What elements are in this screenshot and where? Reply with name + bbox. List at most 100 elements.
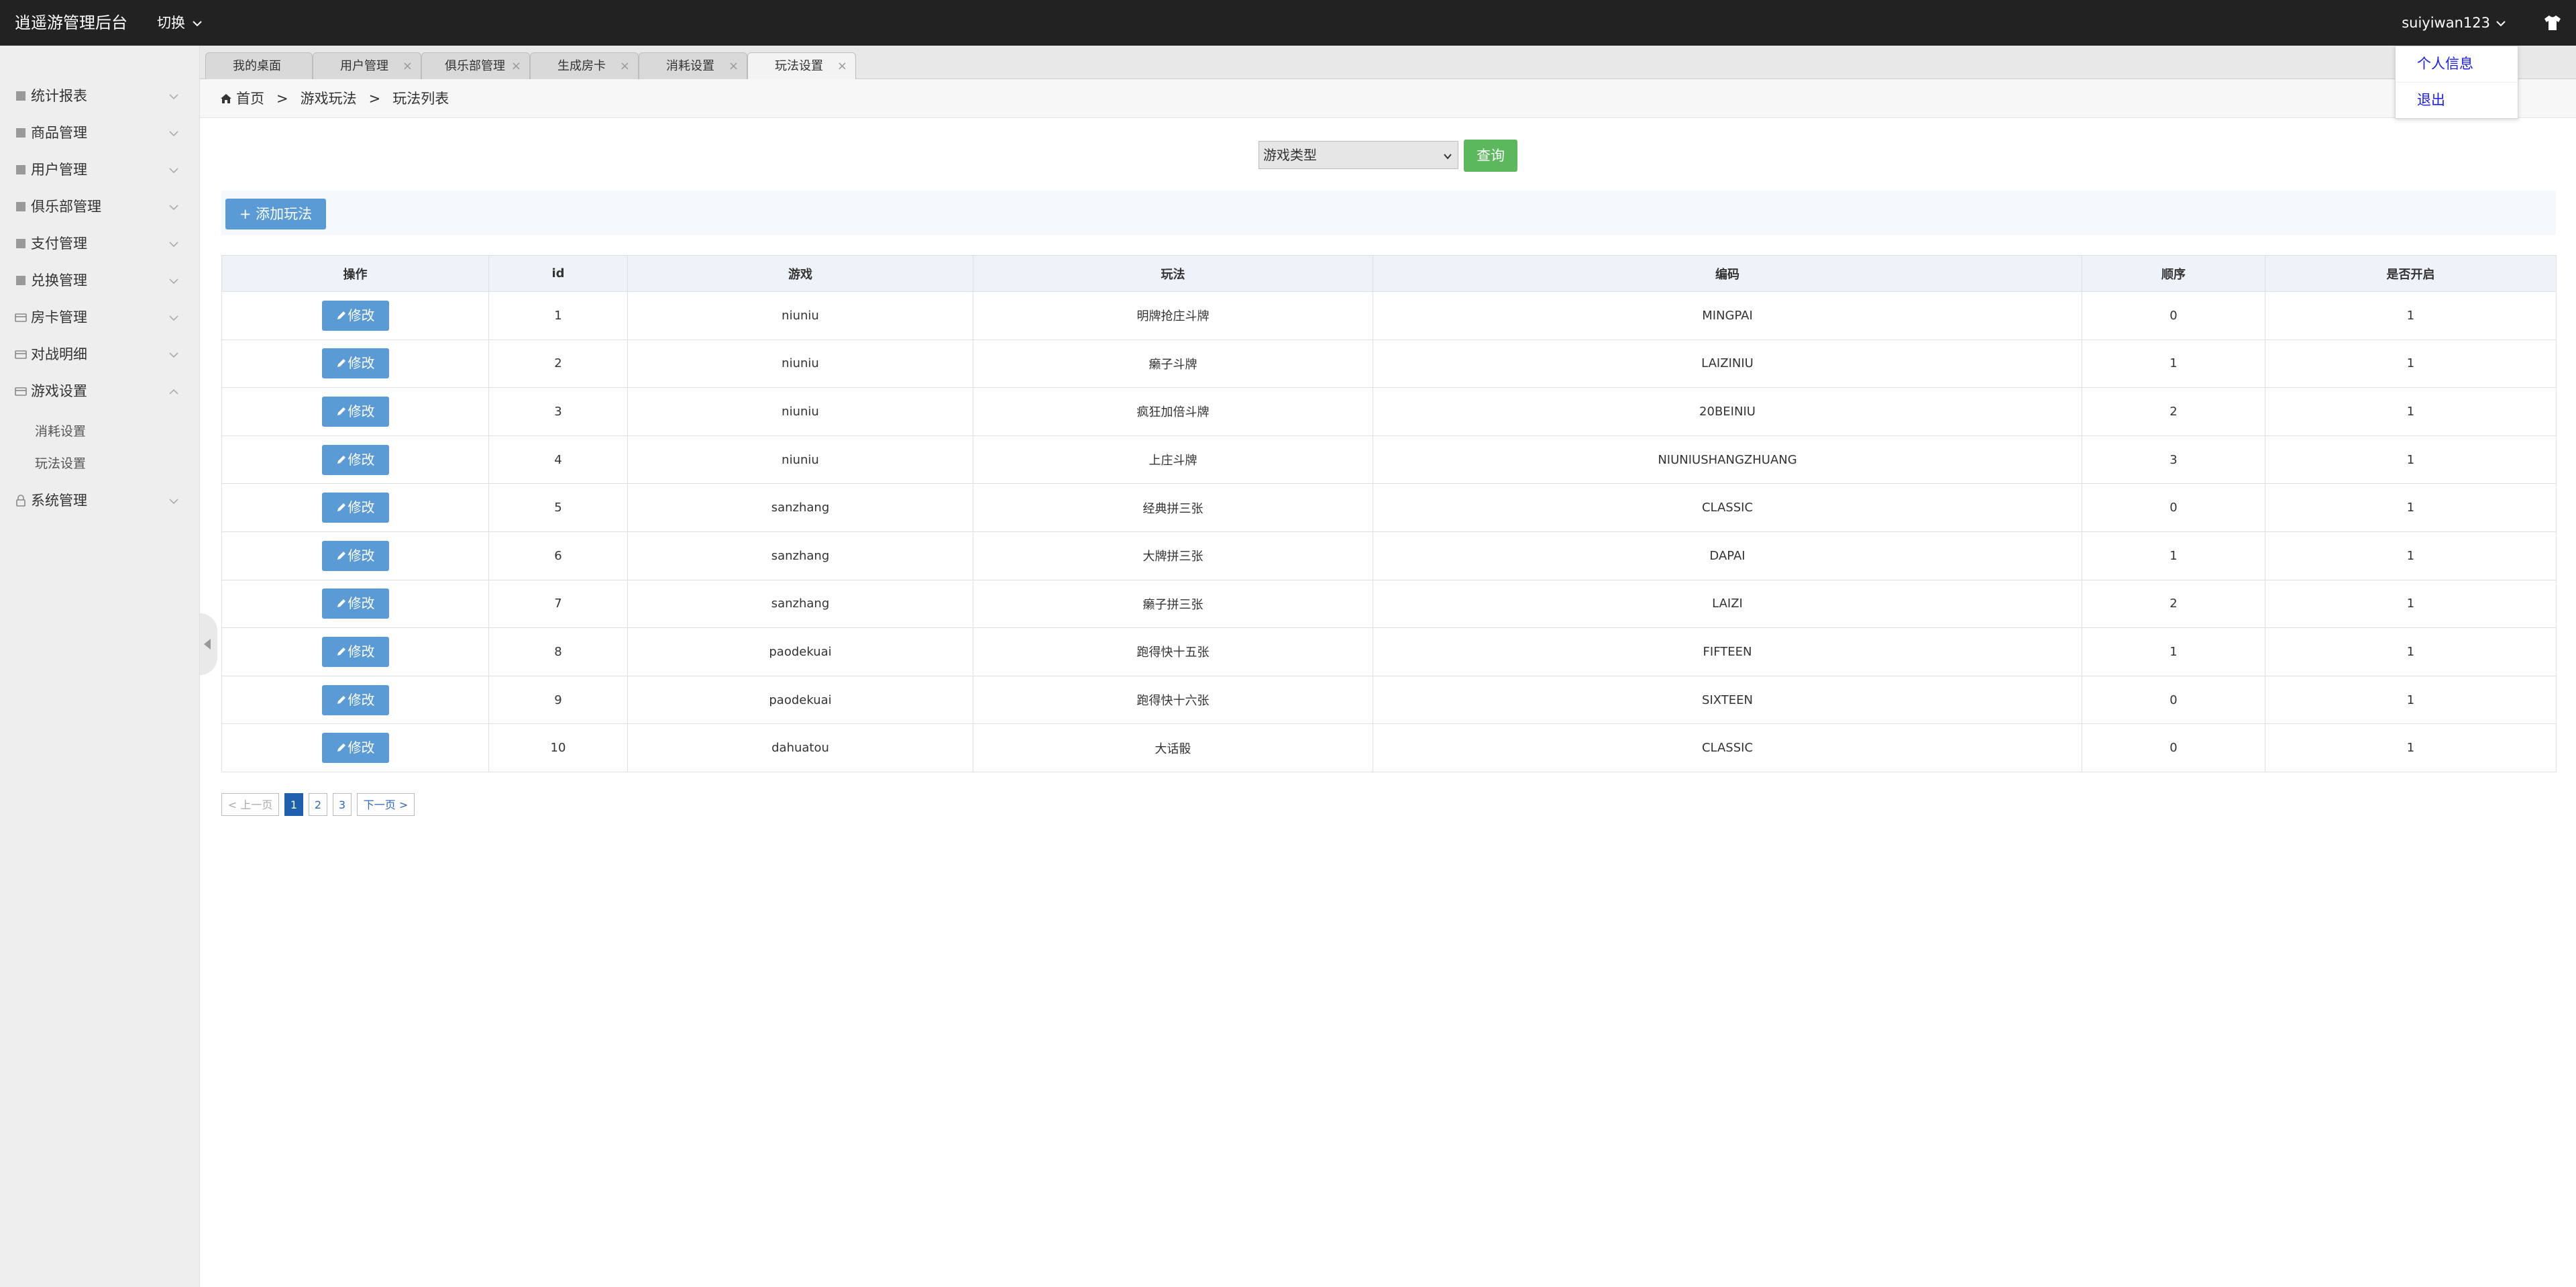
- game-cell: niuniu: [627, 387, 973, 436]
- game-cell: sanzhang: [627, 579, 973, 629]
- pencil-icon: [337, 503, 345, 512]
- play-cell: 明牌抢庄斗牌: [973, 291, 1373, 340]
- switch-menu-button[interactable]: 切换: [157, 0, 203, 46]
- sidebar-item-exchange[interactable]: 兑换管理: [0, 262, 199, 299]
- action-cell: 修改: [221, 675, 489, 725]
- sidebar-item-label: 游戏设置: [31, 383, 87, 399]
- enabled-cell: 1: [2265, 291, 2557, 340]
- id-cell: 10: [488, 723, 628, 772]
- page-button-3[interactable]: 3: [333, 793, 352, 816]
- play-cell: 跑得快十六张: [973, 675, 1373, 725]
- play-cell: 癞子拼三张: [973, 579, 1373, 629]
- edit-button[interactable]: 修改: [321, 444, 389, 475]
- edit-button[interactable]: 修改: [321, 396, 389, 427]
- edit-button[interactable]: 修改: [321, 588, 389, 619]
- sidebar-item-label: 兑换管理: [31, 272, 87, 289]
- sidebar-subitem-cost-settings[interactable]: 消耗设置: [0, 415, 199, 448]
- edit-button[interactable]: 修改: [321, 540, 389, 571]
- edit-button[interactable]: 修改: [321, 636, 389, 667]
- home-icon: [221, 94, 231, 103]
- tab-club-management[interactable]: 俱乐部管理 ×: [421, 52, 530, 79]
- chevron-down-icon: [192, 0, 203, 46]
- tab-cost-settings[interactable]: 消耗设置 ×: [639, 52, 747, 79]
- game-cell: dahuatou: [627, 723, 973, 772]
- card-icon: [15, 387, 27, 396]
- table-row: 修改 1 niuniu 明牌抢庄斗牌 MINGPAI 0 1: [221, 291, 2557, 340]
- edit-button[interactable]: 修改: [321, 348, 389, 379]
- close-icon[interactable]: ×: [620, 53, 630, 80]
- code-cell: FIFTEEN: [1373, 627, 2082, 676]
- breadcrumb-home[interactable]: 首页: [236, 91, 264, 107]
- sidebar-item-products[interactable]: 商品管理: [0, 115, 199, 152]
- action-cell: 修改: [221, 531, 489, 580]
- sidebar-item-stats[interactable]: 统计报表: [0, 78, 199, 115]
- add-play-button[interactable]: + 添加玩法: [225, 199, 326, 229]
- query-button[interactable]: 查询: [1464, 140, 1517, 172]
- user-menu-button[interactable]: suiyiwan123: [2402, 0, 2506, 46]
- enabled-cell: 1: [2265, 483, 2557, 532]
- table-header-row: 操作 id 游戏 玩法 编码 顺序 是否开启: [221, 255, 2557, 292]
- action-cell: 修改: [221, 483, 489, 532]
- edit-button[interactable]: 修改: [321, 493, 389, 523]
- logout-menu-item[interactable]: 退出: [2396, 82, 2518, 118]
- edit-label: 修改: [347, 499, 375, 516]
- id-cell: 7: [488, 579, 628, 629]
- game-type-select[interactable]: 游戏类型: [1258, 141, 1458, 169]
- close-icon[interactable]: ×: [511, 53, 521, 80]
- enabled-cell: 1: [2265, 579, 2557, 629]
- sidebar-collapse-toggle[interactable]: [200, 613, 217, 675]
- column-header: 游戏: [627, 255, 973, 292]
- close-icon[interactable]: ×: [729, 53, 739, 80]
- sidebar-item-room-cards[interactable]: 房卡管理: [0, 299, 199, 336]
- edit-button[interactable]: 修改: [321, 300, 389, 331]
- close-icon[interactable]: ×: [402, 53, 413, 80]
- table-body: 修改 1 niuniu 明牌抢庄斗牌 MINGPAI 0 1 修改 2 niuniu 癞子斗牌 LAI…: [221, 291, 2557, 772]
- tab-play-settings[interactable]: 玩法设置 ×: [747, 52, 856, 79]
- chevron-down-icon: [168, 225, 179, 262]
- sidebar-item-battle-details[interactable]: 对战明细: [0, 336, 199, 373]
- code-cell: SIXTEEN: [1373, 675, 2082, 725]
- play-list-table: 操作 id 游戏 玩法 编码 顺序 是否开启 修改 1 niuniu 明牌抢庄斗牌 MI…: [221, 255, 2557, 772]
- tab-desktop[interactable]: 我的桌面: [205, 52, 313, 79]
- action-cell: 修改: [221, 579, 489, 629]
- column-header: 玩法: [973, 255, 1373, 292]
- action-cell: 修改: [221, 627, 489, 676]
- code-cell: CLASSIC: [1373, 723, 2082, 772]
- page-button-1[interactable]: 1: [284, 793, 303, 816]
- table-row: 修改 7 sanzhang 癞子拼三张 LAIZI 2 1: [221, 579, 2557, 629]
- prev-page-button[interactable]: < 上一页: [221, 793, 279, 816]
- close-icon[interactable]: ×: [837, 53, 847, 80]
- page-button-2[interactable]: 2: [309, 793, 327, 816]
- id-cell: 9: [488, 675, 628, 725]
- code-cell: 20BEINIU: [1373, 387, 2082, 436]
- profile-menu-item[interactable]: 个人信息: [2396, 46, 2518, 82]
- sidebar-item-users[interactable]: 用户管理: [0, 152, 199, 189]
- edit-button[interactable]: 修改: [321, 684, 389, 715]
- card-icon: [15, 313, 27, 322]
- game-cell: sanzhang: [627, 531, 973, 580]
- sidebar-item-label: 商品管理: [31, 125, 87, 141]
- table-row: 修改 5 sanzhang 经典拼三张 CLASSIC 0 1: [221, 483, 2557, 532]
- tab-bar: 我的桌面 用户管理 × 俱乐部管理 × 生成房卡 × 消耗设置 × 玩法设置 ×: [200, 46, 2576, 79]
- sidebar-subitem-play-settings[interactable]: 玩法设置: [0, 448, 199, 480]
- breadcrumb-separator: >: [368, 91, 381, 107]
- sidebar-item-payments[interactable]: 支付管理: [0, 225, 199, 262]
- edit-label: 修改: [347, 451, 375, 468]
- pencil-icon: [337, 551, 345, 560]
- tab-generate-room-card[interactable]: 生成房卡 ×: [530, 52, 639, 79]
- add-play-label: 添加玩法: [256, 206, 313, 222]
- shirt-icon[interactable]: [2544, 15, 2561, 31]
- pencil-icon: [337, 695, 345, 704]
- chevron-down-icon: [168, 115, 179, 152]
- tab-user-management[interactable]: 用户管理 ×: [313, 52, 421, 79]
- next-page-button[interactable]: 下一页 >: [357, 793, 415, 816]
- sidebar-item-label: 对战明细: [31, 346, 87, 362]
- chevron-down-icon: [168, 336, 179, 373]
- edit-button[interactable]: 修改: [321, 733, 389, 764]
- breadcrumb-level1[interactable]: 游戏玩法: [301, 91, 357, 107]
- sidebar-item-clubs[interactable]: 俱乐部管理: [0, 189, 199, 225]
- id-cell: 5: [488, 483, 628, 532]
- sidebar-item-game-settings[interactable]: 游戏设置: [0, 373, 199, 410]
- enabled-cell: 1: [2265, 627, 2557, 676]
- sidebar-item-system[interactable]: 系统管理: [0, 482, 199, 519]
